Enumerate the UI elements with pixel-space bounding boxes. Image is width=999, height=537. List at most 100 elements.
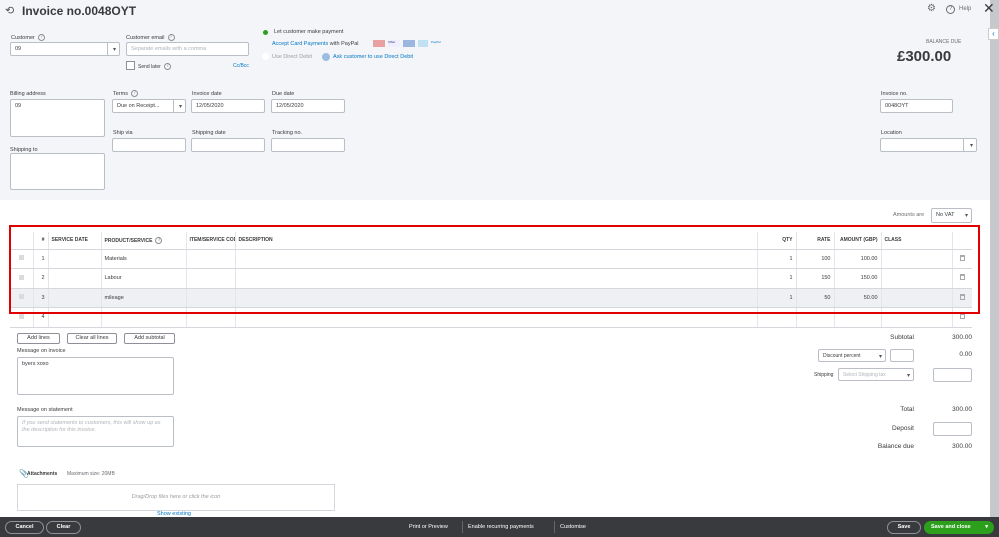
description-cell[interactable] — [234, 249, 757, 269]
amount-cell[interactable]: 100.00 — [833, 249, 881, 269]
accept-card-payments-link[interactable]: Accept Card Payments — [272, 41, 328, 47]
table-row[interactable]: 1 Materials 1 100 100.00 — [10, 249, 972, 269]
discount-input[interactable] — [890, 349, 914, 362]
drag-handle-icon[interactable] — [18, 274, 24, 280]
print-preview-button[interactable]: Print or Preview — [409, 524, 448, 530]
drag-handle-icon[interactable] — [18, 294, 24, 300]
total-value: 300.00 — [952, 406, 972, 413]
invoice-date-input[interactable]: 12/05/2020 — [191, 99, 265, 113]
class-cell[interactable] — [880, 268, 952, 289]
save-button[interactable]: Save — [887, 521, 921, 534]
ask-direct-debit-link[interactable]: Ask customer to use Direct Debit — [333, 54, 413, 60]
amount-cell[interactable]: 50.00 — [833, 288, 881, 308]
add-lines-button[interactable]: Add lines — [17, 333, 60, 344]
deposit-input[interactable] — [933, 422, 972, 436]
message-on-invoice-input[interactable]: byers xoxo — [17, 357, 174, 395]
service-date-cell[interactable] — [47, 249, 101, 269]
rate-cell[interactable]: 150 — [795, 268, 834, 289]
service-date-cell[interactable] — [47, 288, 101, 308]
service-date-cell[interactable] — [47, 307, 101, 328]
item-service-code-cell[interactable] — [185, 307, 235, 328]
trash-icon[interactable] — [959, 313, 965, 320]
class-cell[interactable] — [880, 249, 952, 269]
direct-debit-radio[interactable] — [262, 53, 269, 60]
qty-cell[interactable] — [756, 307, 796, 328]
help-icon[interactable]: ? — [167, 34, 175, 41]
save-and-close-button[interactable]: Save and close ▾ — [924, 521, 994, 534]
clear-button[interactable]: Clear — [46, 521, 81, 534]
shipping-to-input[interactable] — [10, 153, 105, 190]
clear-all-lines-button[interactable]: Clear all lines — [67, 333, 117, 344]
help-icon[interactable]: ? — [163, 63, 171, 70]
description-cell[interactable] — [234, 307, 757, 328]
help-icon[interactable]: ? — [37, 34, 45, 41]
shipping-amount-input[interactable] — [933, 368, 972, 382]
product-service-cell[interactable] — [100, 307, 186, 328]
rate-cell[interactable]: 100 — [795, 249, 834, 269]
help-icon[interactable]: ? — [155, 236, 163, 244]
table-row[interactable]: 3 mileage 1 50 50.00 — [10, 288, 972, 308]
amount-cell[interactable] — [833, 307, 881, 328]
item-service-code-cell[interactable] — [185, 249, 235, 269]
description-cell[interactable] — [234, 268, 757, 289]
qty-cell[interactable]: 1 — [756, 268, 796, 289]
tracking-no-input[interactable] — [271, 138, 345, 152]
add-subtotal-button[interactable]: Add subtotal — [124, 333, 175, 344]
divider — [462, 521, 463, 533]
qty-cell[interactable]: 1 — [756, 288, 796, 308]
gear-icon[interactable]: ⚙ — [927, 3, 936, 14]
class-cell[interactable] — [880, 307, 952, 328]
amounts-are-select[interactable]: No VAT — [931, 208, 972, 223]
cancel-button[interactable]: Cancel — [5, 521, 44, 534]
trash-icon[interactable] — [959, 254, 965, 261]
class-cell[interactable] — [880, 288, 952, 308]
amount-cell[interactable]: 150.00 — [833, 268, 881, 289]
attachment-drop-zone[interactable]: Drag/Drop files here or click the icon — [17, 484, 335, 511]
send-later-checkbox[interactable] — [126, 61, 135, 70]
chevron-down-icon[interactable]: ▾ — [985, 522, 988, 533]
drag-handle-icon[interactable] — [18, 255, 24, 261]
shipping-date-input[interactable] — [191, 138, 265, 152]
drag-handle-icon[interactable] — [18, 313, 24, 319]
item-service-code-cell[interactable] — [185, 288, 235, 308]
close-icon[interactable]: ✕ — [983, 0, 995, 17]
service-date-cell[interactable] — [47, 268, 101, 289]
help-link[interactable]: Help — [959, 6, 971, 12]
product-service-cell[interactable]: Labour — [100, 268, 186, 289]
qty-cell[interactable]: 1 — [756, 249, 796, 269]
item-service-code-cell[interactable] — [185, 268, 235, 289]
customise-button[interactable]: Customise — [560, 524, 586, 530]
product-service-cell[interactable]: Materials — [100, 249, 186, 269]
cc-bcc-link[interactable]: Cc/Bcc — [233, 63, 249, 69]
balance-due-amount: £300.00 — [897, 48, 952, 65]
rate-cell[interactable]: 50 — [795, 288, 834, 308]
billing-address-input[interactable]: 09 — [10, 99, 105, 137]
table-row[interactable]: 2 Labour 1 150 150.00 — [10, 268, 972, 289]
payment-radio-selected[interactable] — [263, 30, 268, 35]
invoice-no-label: Invoice no. — [881, 91, 908, 97]
product-service-cell[interactable]: mileage — [100, 288, 186, 308]
rate-cell[interactable] — [795, 307, 834, 328]
trash-icon[interactable] — [959, 274, 965, 281]
col-header-number: # — [32, 232, 48, 250]
col-header-description: DESCRIPTION — [234, 232, 757, 250]
location-select[interactable] — [880, 138, 977, 152]
enable-recurring-button[interactable]: Enable recurring payments — [468, 524, 534, 530]
due-date-input[interactable]: 12/05/2020 — [271, 99, 345, 113]
collapse-panel-button[interactable]: ‹ — [988, 28, 999, 40]
message-on-statement-input[interactable]: If you send statements to customers, thi… — [17, 416, 174, 447]
customer-email-input[interactable]: Separate emails with a comma — [126, 42, 249, 56]
help-icon[interactable]: ? — [946, 5, 955, 14]
invoice-no-input[interactable]: 0048OYT — [880, 99, 953, 113]
customer-select[interactable]: 09 — [10, 42, 120, 56]
help-icon[interactable]: ? — [130, 90, 138, 97]
table-row[interactable]: 4 — [10, 307, 972, 328]
ship-via-input[interactable] — [112, 138, 186, 152]
shipping-tax-select[interactable]: Select Shipping tax — [838, 368, 914, 381]
card-brand-icons: VISA PayPal — [373, 40, 443, 47]
recent-history-icon[interactable]: ⟲ — [5, 4, 14, 17]
description-cell[interactable] — [234, 288, 757, 308]
terms-select[interactable]: Due on Receipt... — [112, 99, 186, 113]
trash-icon[interactable] — [959, 293, 965, 300]
discount-type-select[interactable]: Discount percent — [818, 349, 886, 362]
